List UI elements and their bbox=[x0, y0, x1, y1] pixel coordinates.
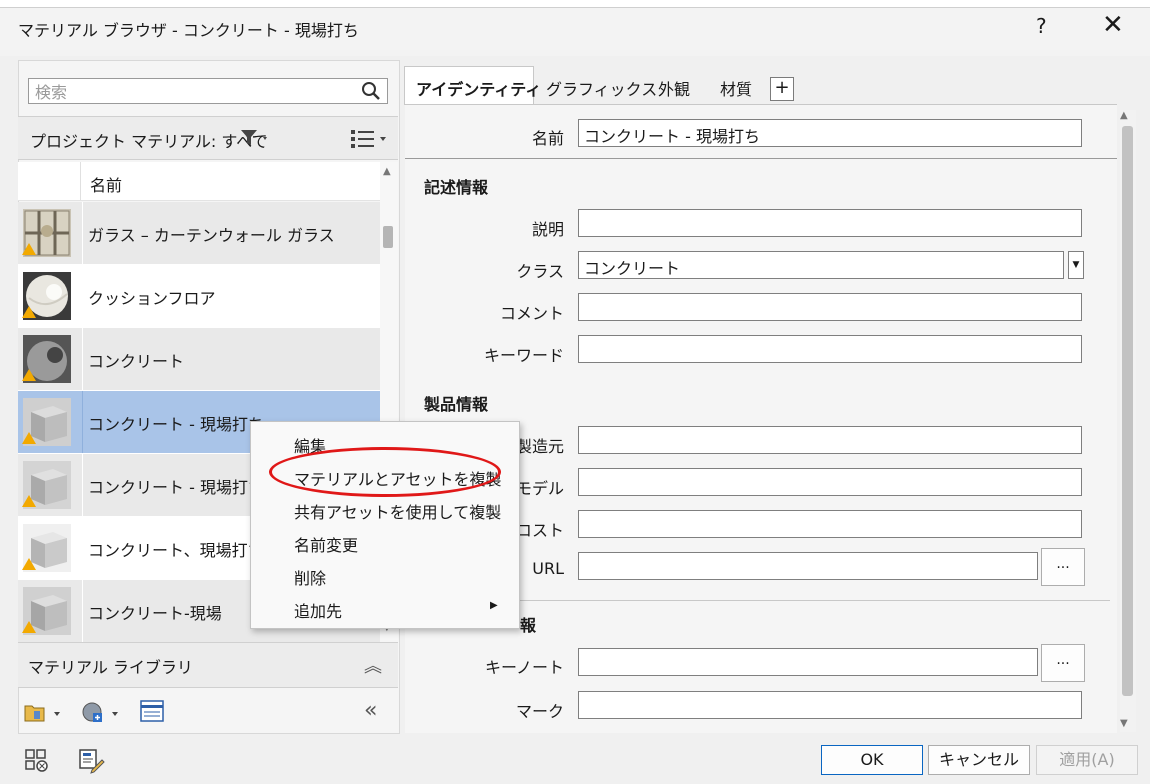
list-item-label: ガラス – カーテンウォール ガラス bbox=[88, 226, 335, 245]
manufacturer-field[interactable] bbox=[578, 426, 1082, 454]
properties-scroll-thumb[interactable] bbox=[1122, 126, 1133, 696]
warning-icon bbox=[22, 495, 36, 507]
warning-icon bbox=[22, 243, 36, 255]
add-material-icon[interactable] bbox=[82, 702, 122, 724]
ok-button[interactable]: OK bbox=[821, 745, 923, 775]
project-materials-label: プロジェクト マテリアル: すべて bbox=[30, 132, 268, 151]
keynote-label: キーノート bbox=[484, 658, 564, 677]
material-thumbnail bbox=[18, 265, 80, 327]
list-item[interactable]: コンクリート bbox=[18, 328, 380, 391]
material-grid-icon[interactable] bbox=[24, 748, 50, 774]
divider bbox=[510, 600, 1110, 601]
warning-icon bbox=[22, 432, 36, 444]
keyword-field[interactable] bbox=[578, 335, 1082, 363]
keynote-browse-button[interactable]: ... bbox=[1041, 644, 1085, 682]
url-field[interactable] bbox=[578, 552, 1038, 580]
material-thumbnail bbox=[18, 202, 80, 264]
tab-appearance[interactable]: 外観 bbox=[658, 76, 690, 100]
list-item-label: コンクリート - 現場打ち bbox=[88, 478, 264, 497]
material-thumbnail bbox=[18, 391, 80, 453]
mark-label: マーク bbox=[515, 702, 564, 721]
material-thumbnail bbox=[18, 454, 80, 516]
search-input[interactable] bbox=[33, 81, 357, 103]
add-tab-button[interactable]: + bbox=[770, 77, 794, 101]
keyword-label: キーワード bbox=[483, 346, 564, 365]
description-section-title: 記述情報 bbox=[424, 178, 489, 197]
tab-identity[interactable]: アイデンティティ bbox=[416, 76, 541, 100]
window-title: マテリアル ブラウザ - コンクリート - 現場打ち bbox=[18, 21, 359, 40]
submenu-arrow-icon: ▶ bbox=[490, 600, 498, 611]
warning-icon bbox=[22, 621, 36, 633]
material-thumbnail bbox=[18, 328, 80, 390]
warning-icon bbox=[22, 306, 36, 318]
search-box bbox=[28, 78, 388, 104]
header-divider bbox=[80, 162, 81, 200]
list-header bbox=[18, 162, 380, 201]
close-button[interactable]: ✕ bbox=[1102, 10, 1124, 40]
material-library-label: マテリアル ライブラリ bbox=[28, 658, 193, 677]
class-label: クラス bbox=[516, 262, 564, 281]
warning-icon bbox=[22, 369, 36, 381]
url-browse-button[interactable]: ... bbox=[1041, 548, 1085, 586]
comment-label: コメント bbox=[499, 304, 564, 323]
material-thumbnail bbox=[18, 517, 80, 579]
chevron-down-icon[interactable]: ▼ bbox=[1068, 251, 1084, 279]
divider bbox=[405, 158, 1117, 159]
help-button[interactable]: ? bbox=[1036, 14, 1047, 38]
cost-field[interactable] bbox=[578, 510, 1082, 538]
material-thumbnail bbox=[18, 580, 80, 642]
class-select[interactable]: コンクリート bbox=[578, 251, 1064, 279]
list-scroll-thumb[interactable] bbox=[383, 226, 393, 248]
scroll-up-arrow-icon[interactable]: ▲ bbox=[383, 166, 391, 177]
warning-icon bbox=[22, 558, 36, 570]
tab-graphics[interactable]: グラフィックス bbox=[546, 76, 657, 100]
comment-field[interactable] bbox=[578, 293, 1082, 321]
menu-item-duplicate-shared-assets[interactable]: 共有アセットを使用して複製 bbox=[294, 499, 501, 523]
description-label: 説明 bbox=[531, 220, 564, 239]
mark-field[interactable] bbox=[578, 691, 1082, 719]
list-item-label: コンクリート-現場 bbox=[88, 604, 222, 623]
menu-item-delete[interactable]: 削除 bbox=[294, 565, 326, 589]
panel-toggle-icon[interactable] bbox=[140, 700, 166, 724]
tab-physical[interactable]: 材質 bbox=[720, 76, 752, 100]
expand-up-icon[interactable]: ︽ bbox=[364, 652, 382, 678]
highlight-annotation-oval bbox=[269, 447, 501, 497]
menu-item-add-to[interactable]: 追加先 bbox=[294, 598, 342, 622]
collapse-left-icon[interactable]: « bbox=[364, 698, 377, 723]
scroll-up-arrow-icon[interactable]: ▲ bbox=[1120, 110, 1128, 121]
library-toolbar: « bbox=[18, 688, 398, 734]
filter-icon[interactable] bbox=[240, 128, 272, 148]
cancel-button[interactable]: キャンセル bbox=[928, 745, 1030, 775]
name-field[interactable]: コンクリート - 現場打ち bbox=[578, 119, 1082, 147]
keynote-field[interactable] bbox=[578, 648, 1038, 676]
menu-item-rename[interactable]: 名前変更 bbox=[294, 532, 358, 556]
name-label: 名前 bbox=[531, 129, 564, 148]
properties-pane bbox=[405, 104, 1117, 733]
list-item-label: コンクリート - 現場打ち bbox=[88, 415, 264, 434]
window-top-edge bbox=[0, 0, 1150, 8]
model-field[interactable] bbox=[578, 468, 1082, 496]
search-icon[interactable] bbox=[361, 81, 381, 101]
library-folder-icon[interactable] bbox=[24, 702, 64, 724]
apply-button[interactable]: 適用(A) bbox=[1036, 745, 1138, 775]
product-section-title: 製品情報 bbox=[424, 395, 489, 414]
scroll-down-arrow-icon[interactable]: ▼ bbox=[1120, 718, 1128, 729]
view-options-icon[interactable] bbox=[350, 128, 390, 150]
asset-editor-icon[interactable] bbox=[78, 748, 106, 774]
annotation-section-title: 報 bbox=[520, 616, 537, 635]
list-item-label: コンクリート bbox=[88, 352, 185, 371]
list-item[interactable]: クッションフロア bbox=[18, 265, 380, 328]
description-field[interactable] bbox=[578, 209, 1082, 237]
list-item-label: クッションフロア bbox=[88, 289, 216, 308]
list-item[interactable]: ガラス – カーテンウォール ガラス bbox=[18, 202, 380, 265]
name-column-header[interactable]: 名前 bbox=[90, 172, 122, 196]
